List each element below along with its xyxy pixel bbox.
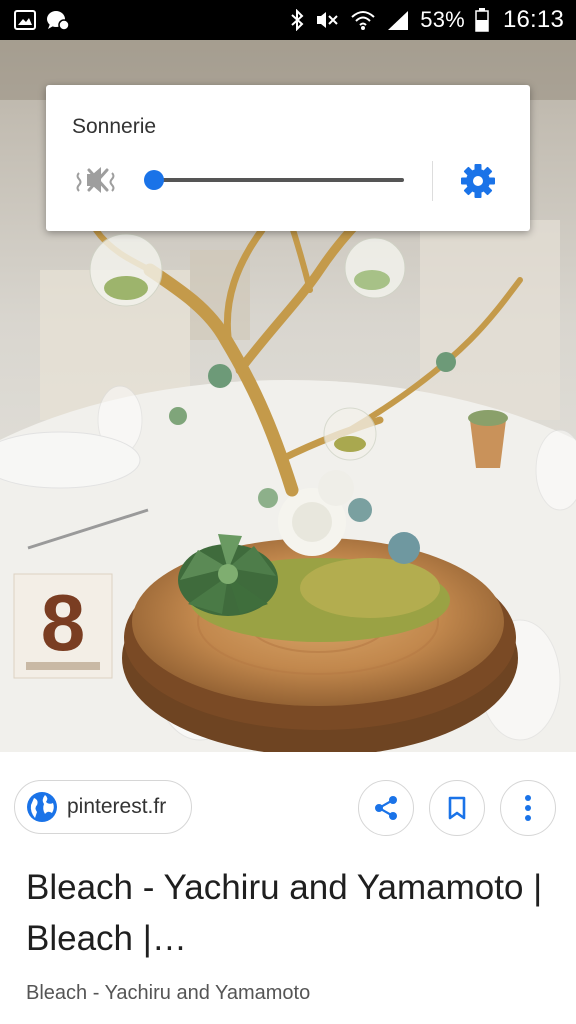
globe-icon <box>27 792 57 822</box>
speaker-muted-icon[interactable] <box>74 162 120 198</box>
share-button[interactable] <box>358 780 414 836</box>
more-options-button[interactable] <box>500 780 556 836</box>
more-vert-icon <box>525 795 531 821</box>
battery-percentage: 53% <box>420 7 465 32</box>
chat-bubble-icon <box>46 9 70 31</box>
vibrate-mute-icon <box>314 9 340 31</box>
battery-icon <box>475 8 489 32</box>
save-button[interactable] <box>429 780 485 836</box>
share-icon <box>375 796 397 820</box>
source-chip[interactable]: pinterest.fr <box>14 780 192 834</box>
slider-thumb[interactable] <box>144 170 164 190</box>
image-icon <box>14 10 36 30</box>
result-subtitle: Bleach - Yachiru and Yamamoto <box>26 982 311 1004</box>
volume-slider[interactable] <box>144 169 404 191</box>
bluetooth-icon <box>290 9 304 31</box>
bookmark-icon <box>448 796 466 820</box>
wifi-icon <box>350 9 376 31</box>
volume-panel: Sonnerie <box>46 85 530 231</box>
status-bar: 53% 16:13 <box>0 0 576 40</box>
divider <box>432 161 433 201</box>
gear-icon <box>461 164 495 198</box>
clock: 16:13 <box>502 6 564 33</box>
result-title[interactable]: Bleach - Yachiru and Yamamoto | Bleach |… <box>26 862 556 964</box>
source-label: pinterest.fr <box>67 795 167 818</box>
table-number: 8 <box>41 578 86 667</box>
slider-track <box>154 178 404 182</box>
signal-icon <box>386 9 410 31</box>
sound-settings-button[interactable] <box>458 161 498 201</box>
volume-panel-title: Sonnerie <box>72 115 157 138</box>
